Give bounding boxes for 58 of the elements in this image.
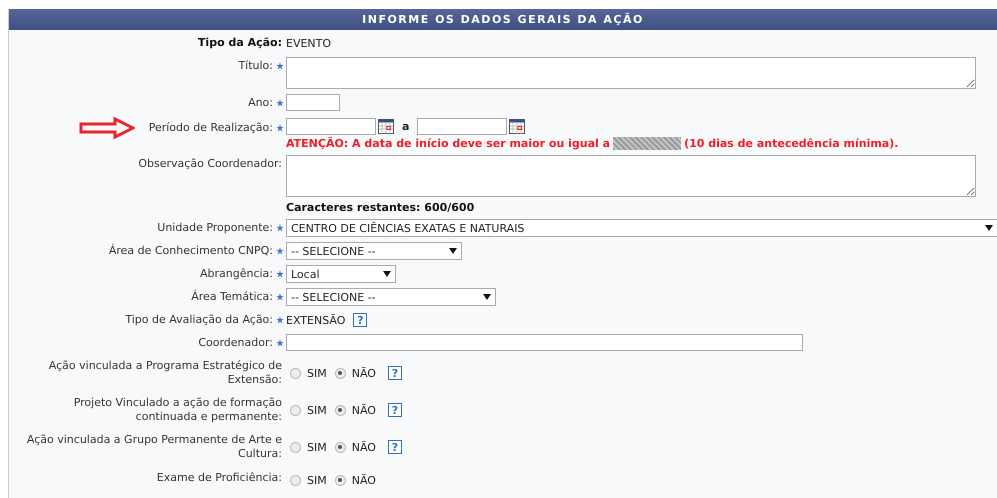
- radio-button[interactable]: [334, 404, 346, 416]
- field-label: Área de Conhecimento CNPQ:: [108, 244, 273, 258]
- dropdown[interactable]: CENTRO DE CIÊNCIAS EXATAS E NATURAIS: [286, 219, 997, 237]
- radio-button[interactable]: [334, 368, 346, 378]
- field-label: Título:: [238, 59, 273, 73]
- range-separator: a: [402, 120, 410, 132]
- field-label: Tipo da Ação:: [198, 36, 282, 50]
- option-label: NÃO: [352, 440, 376, 454]
- character-counter: Caracteres restantes: 600/600: [286, 201, 476, 214]
- calendar-icon[interactable]: [509, 118, 526, 134]
- text-area[interactable]: [286, 155, 976, 197]
- text-area[interactable]: [286, 57, 976, 89]
- help-button[interactable]: ?: [353, 313, 368, 327]
- caret-icon: [985, 225, 993, 231]
- caret-icon: [449, 248, 457, 254]
- option-label: SIM: [307, 474, 327, 486]
- text-field[interactable]: [286, 334, 803, 351]
- field-label: Tipo de Avaliação da Ação:: [125, 313, 273, 327]
- field-label: Unidade Proponente:: [157, 221, 273, 235]
- warning-text: (10 dias de antecedência mínima).: [684, 137, 898, 150]
- date-field[interactable]: [286, 118, 376, 134]
- field-label: Ação vinculada a Programa Estratégico de Extensão:: [48, 359, 282, 387]
- warning-text: ATENÇÃO: A data de início deve ser maior ou igual a: [286, 137, 610, 150]
- calendar-icon[interactable]: [378, 118, 394, 134]
- radio-button[interactable]: [334, 474, 346, 486]
- field-label: Exame de Proficiência:: [156, 471, 282, 485]
- field-label: Observação Coordenador:: [138, 157, 282, 171]
- option-label: SIM: [307, 404, 327, 416]
- dropdown[interactable]: -- SELECIONE --: [286, 288, 496, 306]
- caret-icon: [383, 271, 391, 277]
- field-label: Ano:: [248, 96, 273, 110]
- field-label: Abrangência:: [200, 267, 273, 281]
- option-label: NÃO: [352, 474, 376, 486]
- option-label: SIM: [307, 440, 327, 454]
- help-button[interactable]: ?: [388, 440, 402, 454]
- radio-button[interactable]: [290, 368, 301, 378]
- radio-button[interactable]: [290, 404, 301, 416]
- date-field[interactable]: [417, 118, 508, 134]
- field-value: EXTENSÃO: [286, 314, 346, 326]
- caret-icon: [483, 294, 491, 300]
- option-label: SIM: [307, 366, 327, 380]
- help-button[interactable]: ?: [388, 366, 402, 380]
- dropdown[interactable]: -- SELECIONE --: [286, 242, 462, 260]
- field-label: Projeto Vinculado a ação de formação continuada e permanente:: [72, 396, 282, 424]
- field-label: Área Temática:: [191, 290, 273, 304]
- field-value: EVENTO: [286, 36, 332, 50]
- radio-button[interactable]: [290, 474, 301, 486]
- radio-button[interactable]: [334, 442, 346, 452]
- field-label: Coordenador:: [198, 336, 273, 350]
- field-label: Período de Realização:: [148, 121, 273, 135]
- option-label: NÃO: [352, 366, 376, 380]
- option-label: NÃO: [352, 404, 376, 416]
- section-header: INFORME OS DADOS GERAIS DA AÇÃO: [9, 9, 997, 30]
- radio-button[interactable]: [290, 442, 301, 452]
- help-button[interactable]: ?: [388, 403, 402, 417]
- text-field[interactable]: [286, 94, 340, 111]
- field-label: Ação vinculada a Grupo Permanente de Arte e Cultura:: [26, 433, 282, 461]
- dropdown[interactable]: Local: [286, 265, 396, 283]
